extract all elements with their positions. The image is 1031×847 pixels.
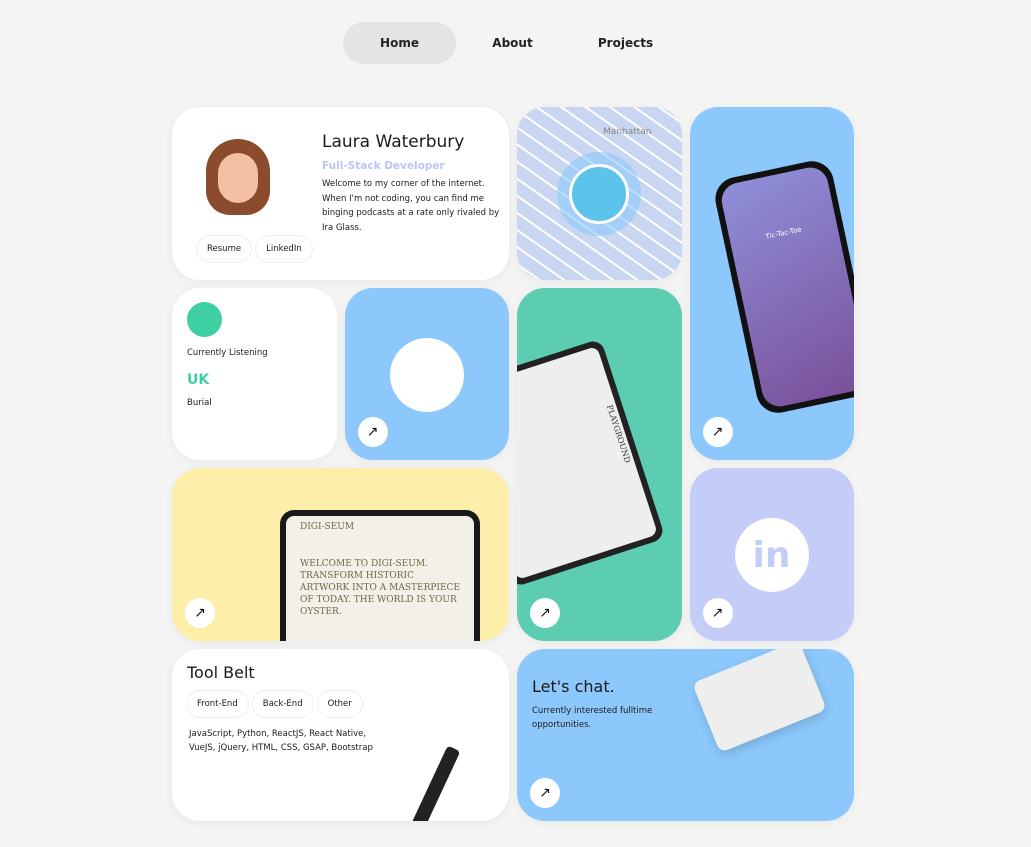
digiseum-headline: WELCOME TO DIGI-SEUM. TRANSFORM HISTORIC… — [300, 559, 461, 617]
top-nav: Home About Projects — [343, 22, 682, 64]
resume-button[interactable]: Resume — [196, 235, 253, 263]
spotify-card: Currently Listening UK Burial — [172, 287, 337, 460]
chat-card[interactable]: Let's chat. Currently interested fulltim… — [517, 648, 854, 821]
phone-image: Tic-Tac-Toe — [710, 157, 854, 417]
tab-projects[interactable]: Projects — [569, 22, 682, 64]
tab-home[interactable]: Home — [343, 22, 456, 64]
tab-front-end[interactable]: Front-End — [186, 689, 249, 718]
github-icon — [389, 337, 464, 412]
listening-status: Currently Listening — [187, 347, 268, 358]
bento-grid: Resume LinkedIn Laura Waterbury Full-Stac… — [172, 107, 854, 821]
playground-label: PLAYGROUND — [604, 403, 633, 464]
skills-list: JavaScript, Python, ReactJS, React Nativ… — [189, 728, 373, 754]
digiseum-project-card[interactable]: DIGI-SEUM WELCOME TO DIGI-SEUM. TRANSFOR… — [172, 468, 509, 641]
open-project-button[interactable]: ↗ — [530, 597, 560, 628]
linkedin-button[interactable]: LinkedIn — [255, 235, 313, 263]
track-artist: Burial — [187, 397, 212, 408]
map-avatar-pin — [557, 152, 641, 236]
track-title: UK — [187, 371, 210, 388]
linkedin-card[interactable]: in ↗ — [689, 468, 854, 641]
hammer-icon — [407, 744, 461, 821]
map-label: Manhattan — [603, 127, 652, 137]
tablet-image: DIGI-SEUM WELCOME TO DIGI-SEUM. TRANSFOR… — [280, 510, 480, 641]
playground-project-card[interactable]: PLAYGROUND ↗ — [517, 287, 682, 641]
open-project-button[interactable]: ↗ — [185, 597, 215, 628]
github-card[interactable]: ↗ — [344, 287, 509, 460]
spotify-icon — [187, 301, 222, 337]
open-linkedin-button[interactable]: ↗ — [702, 597, 733, 628]
tool-belt-title: Tool Belt — [187, 662, 255, 682]
tic-tac-toe-project-card[interactable]: Tic-Tac-Toe ↗ — [689, 107, 854, 460]
digiseum-logo: DIGI-SEUM — [300, 522, 355, 532]
profile-role: Full-Stack Developer — [322, 160, 445, 172]
profile-card: Resume LinkedIn Laura Waterbury Full-Stac… — [172, 107, 509, 280]
open-project-button[interactable]: ↗ — [702, 417, 733, 447]
chat-title: Let's chat. — [532, 676, 615, 696]
phone-screen-title: Tic-Tac-Toe — [764, 225, 802, 241]
tab-other[interactable]: Other — [316, 689, 363, 718]
open-chat-button[interactable]: ↗ — [530, 778, 560, 808]
map-card: Manhattan — [517, 107, 682, 280]
tab-back-end[interactable]: Back-End — [251, 689, 314, 718]
chat-text: Currently interested fulltime opportunit… — [532, 705, 653, 730]
profile-bio: Welcome to my corner of the internet. Wh… — [322, 179, 500, 233]
avatar — [206, 139, 270, 215]
envelope-icon — [692, 648, 827, 753]
tool-belt-card: Tool Belt Front-End Back-End Other JavaScr… — [172, 648, 509, 821]
tablet-image: PLAYGROUND — [517, 337, 666, 588]
profile-name: Laura Waterbury — [322, 132, 465, 152]
linkedin-icon: in — [734, 518, 809, 592]
tab-about[interactable]: About — [456, 22, 569, 64]
open-github-button[interactable]: ↗ — [357, 417, 388, 447]
